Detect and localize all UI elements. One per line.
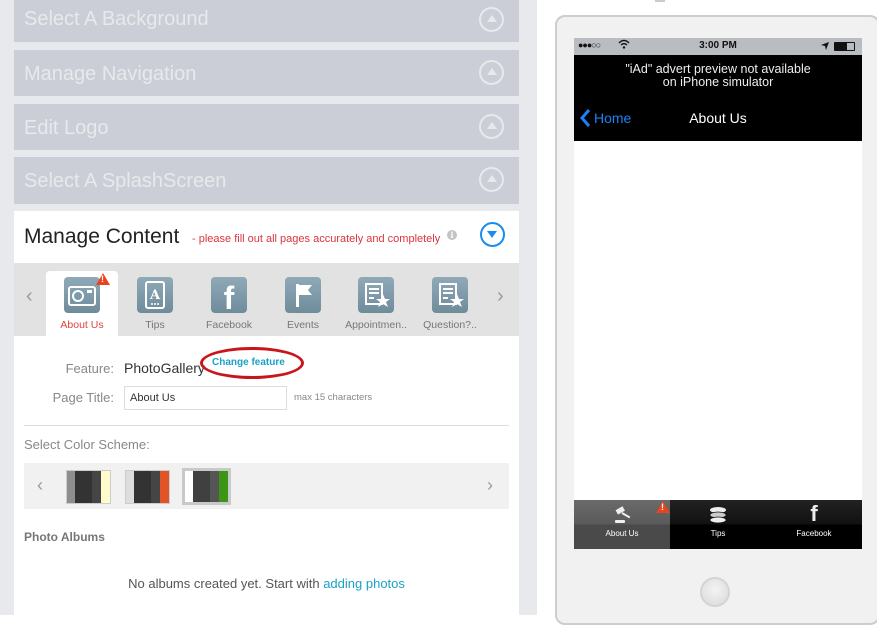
change-feature-link[interactable]: Change feature <box>212 357 285 368</box>
feature-label: Feature: <box>65 361 114 376</box>
phone-tab-label: Tips <box>710 529 726 538</box>
page-title-label: Page Title: <box>52 390 114 405</box>
tab-appointments[interactable]: Appointmen.. <box>340 271 412 336</box>
info-icon[interactable]: i <box>447 230 457 240</box>
coins-icon <box>670 505 766 530</box>
svg-text:f: f <box>224 280 235 313</box>
phone-nav-title: About Us <box>689 110 747 126</box>
page-tabs: ‹ About Us A Tips f Facebook <box>14 263 519 336</box>
swatch-color <box>133 471 151 503</box>
warning-icon <box>96 273 110 285</box>
status-time: 3:00 PM <box>699 40 737 51</box>
expand-up-icon[interactable] <box>479 60 504 85</box>
phone-tab-facebook[interactable]: f Facebook <box>766 500 862 549</box>
feature-value: PhotoGallery <box>124 360 205 376</box>
section-note: - please fill out all pages accurately a… <box>192 233 441 245</box>
swatch-color <box>209 471 219 502</box>
ad-banner: "iAd" advert preview not available on iP… <box>574 55 862 95</box>
empty-albums-text: No albums created yet. Start with <box>128 576 324 591</box>
home-button[interactable] <box>700 577 730 607</box>
tab-label: Events <box>286 319 320 331</box>
color-scheme-next-button[interactable]: › <box>487 475 493 496</box>
color-scheme-prev-button[interactable]: ‹ <box>37 475 43 496</box>
color-scheme-option[interactable] <box>125 470 170 504</box>
phone-screen: ●●●○○ 3:00 PM "iAd" advert preview not a… <box>574 38 862 549</box>
accordion-select-splashscreen[interactable]: Select A SplashScreen <box>14 157 519 204</box>
divider <box>24 425 509 426</box>
swatch-color <box>74 471 92 503</box>
phone-navbar: Home About Us <box>574 95 862 141</box>
facebook-icon: f <box>211 277 247 316</box>
battery-icon <box>834 42 855 51</box>
expand-up-icon[interactable] <box>479 7 504 32</box>
tab-questions[interactable]: Question?.. <box>414 271 486 336</box>
max-chars-hint: max 15 characters <box>294 392 373 403</box>
tab-events[interactable]: Events <box>267 271 339 336</box>
section-title: Manage Content <box>24 225 180 248</box>
color-scheme-option[interactable] <box>66 470 111 504</box>
facebook-icon: f <box>810 501 818 526</box>
phone-tab-about-us[interactable]: About Us <box>574 500 670 549</box>
phone-tab-tips[interactable]: Tips <box>670 500 766 549</box>
tab-label: Facebook <box>205 319 253 331</box>
tab-facebook[interactable]: f Facebook <box>193 271 265 336</box>
divider <box>655 0 665 2</box>
color-scheme-option-selected[interactable] <box>182 468 231 505</box>
expand-up-icon[interactable] <box>479 114 504 139</box>
swatch-color <box>100 471 110 503</box>
swatch-color <box>159 471 169 503</box>
swatch-color <box>150 471 160 503</box>
manage-content-section: Manage Content - please fill out all pag… <box>14 211 519 615</box>
camera-icon <box>64 277 100 313</box>
accordion-manage-navigation[interactable]: Manage Navigation <box>14 50 519 96</box>
collapse-toggle-icon[interactable] <box>480 222 505 247</box>
swatch-color <box>192 471 210 502</box>
accordion-label: Manage Navigation <box>24 63 197 85</box>
tab-label: Appointmen.. <box>345 319 407 331</box>
accordion-label: Select A Background <box>24 8 209 30</box>
tabs-next-button[interactable]: › <box>497 285 504 308</box>
tabs-prev-button[interactable]: ‹ <box>26 285 33 308</box>
tab-label: Question?.. <box>423 319 477 331</box>
swatch-color <box>126 471 134 503</box>
accordion-label: Select A SplashScreen <box>24 170 227 192</box>
swatch-color <box>218 471 228 502</box>
tablet-a-icon: A <box>137 277 173 313</box>
photo-albums-heading: Photo Albums <box>24 530 105 544</box>
color-scheme-carousel: ‹ › <box>24 463 509 509</box>
phone-tab-label: About Us <box>605 529 639 538</box>
editor-panel: Select A Background Manage Navigation Ed… <box>0 0 537 615</box>
location-icon <box>820 41 830 54</box>
form-star-icon <box>358 277 394 313</box>
tab-about-us[interactable]: About Us <box>46 271 118 336</box>
empty-albums-message: No albums created yet. Start with adding… <box>14 576 519 591</box>
form-star-icon <box>432 277 468 313</box>
status-bar: ●●●○○ 3:00 PM <box>574 38 862 55</box>
phone-tabbar: About Us Tips f Facebook <box>574 500 862 549</box>
accordion-select-background[interactable]: Select A Background <box>14 0 519 42</box>
accordion-edit-logo[interactable]: Edit Logo <box>14 104 519 150</box>
ad-text-line2: on iPhone simulator <box>662 75 774 89</box>
flag-icon <box>285 277 321 313</box>
phone-preview: ●●●○○ 3:00 PM "iAd" advert preview not a… <box>555 15 877 625</box>
color-scheme-label: Select Color Scheme: <box>24 437 150 452</box>
svg-text:A: A <box>149 288 161 303</box>
page-title-input[interactable] <box>124 386 287 410</box>
swatch-color <box>67 471 75 503</box>
phone-tab-label: Facebook <box>796 529 832 538</box>
expand-up-icon[interactable] <box>479 167 504 192</box>
swatch-color <box>91 471 101 503</box>
warning-icon <box>656 501 670 513</box>
adding-photos-link[interactable]: adding photos <box>323 576 405 591</box>
tab-tips[interactable]: A Tips <box>119 271 191 336</box>
swatch-color <box>185 471 193 502</box>
accordion-label: Edit Logo <box>24 117 109 139</box>
tab-label: Tips <box>145 319 165 331</box>
tab-label: About Us <box>60 319 104 331</box>
